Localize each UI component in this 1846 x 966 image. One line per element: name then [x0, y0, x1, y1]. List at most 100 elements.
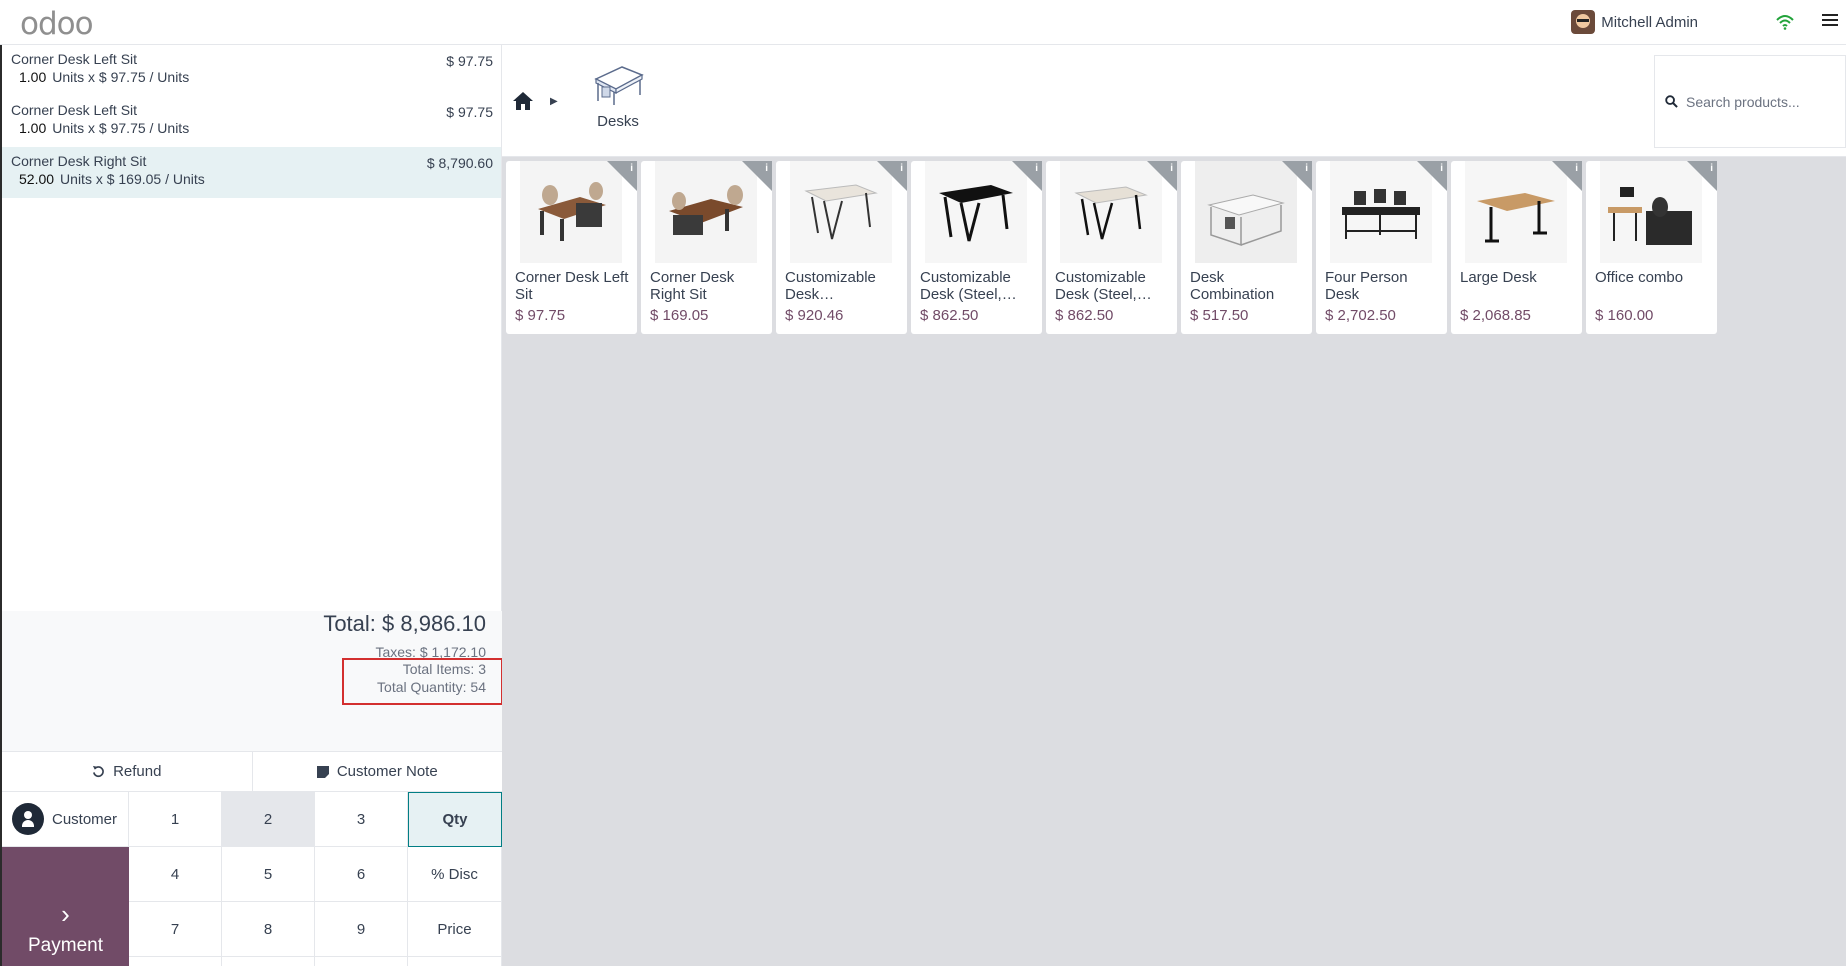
- product-name: Four Person Desk: [1325, 269, 1408, 303]
- product-price: $ 862.50: [1055, 307, 1114, 324]
- order-line[interactable]: Corner Desk Left Sit $ 97.75 1.00 Units x…: [2, 96, 501, 147]
- numpad-key-1[interactable]: 1: [129, 792, 222, 847]
- product-card[interactable]: i Four Person Desk $ 2,702.50: [1316, 161, 1447, 334]
- order-line-quantity: 1.00 Units x $ 97.75 / Units: [11, 69, 493, 85]
- info-icon[interactable]: i: [1440, 163, 1443, 174]
- product-name: Large Desk: [1460, 269, 1537, 286]
- category-label: Desks: [597, 113, 639, 130]
- payment-button[interactable]: › Payment: [2, 847, 129, 966]
- home-icon[interactable]: [512, 91, 534, 111]
- search-icon: [1665, 95, 1678, 108]
- info-icon[interactable]: i: [1170, 163, 1173, 174]
- numpad-key-8[interactable]: 8: [222, 902, 315, 957]
- order-line-detail: Units x $ 97.75 / Units: [52, 69, 190, 85]
- info-icon[interactable]: i: [1710, 163, 1713, 174]
- product-price: $ 920.46: [785, 307, 844, 324]
- product-card[interactable]: i Customizable Desk (Steel,… $ 862.50: [911, 161, 1042, 334]
- order-line-price: $ 97.75: [446, 104, 493, 120]
- product-name: Customizable Desk…: [785, 269, 876, 303]
- product-card[interactable]: i Customizable Desk (Steel,… $ 862.50: [1046, 161, 1177, 334]
- product-card[interactable]: i Customizable Desk… $ 920.46: [776, 161, 907, 334]
- highlight-box: [342, 658, 503, 705]
- numpad-key-9[interactable]: 9: [315, 902, 408, 957]
- refund-button[interactable]: Refund: [2, 752, 252, 791]
- backspace-button[interactable]: ⌫: [408, 957, 502, 966]
- product-card[interactable]: i Corner Desk Left Sit $ 97.75: [506, 161, 637, 334]
- user-icon: [12, 803, 44, 835]
- product-name: Office combo: [1595, 269, 1684, 286]
- order-actions: Refund Customer Note: [2, 751, 502, 792]
- customer-button[interactable]: Customer: [2, 792, 129, 847]
- odoo-logo: odoo: [20, 6, 94, 42]
- numpad-key-5[interactable]: 5: [222, 847, 315, 902]
- order-total: Total: $ 8,986.10: [323, 611, 486, 636]
- info-icon[interactable]: i: [765, 163, 768, 174]
- price-mode-button[interactable]: Price: [408, 902, 502, 957]
- numpad-key-0[interactable]: 0: [222, 957, 315, 966]
- order-line-detail: Units x $ 97.75 / Units: [52, 120, 190, 136]
- product-name: Corner Desk Right Sit: [650, 269, 735, 303]
- user-avatar: [1571, 10, 1596, 34]
- order-line-detail: Units x $ 169.05 / Units: [60, 171, 205, 187]
- category-desks[interactable]: Desks: [588, 63, 648, 153]
- payment-label: Payment: [28, 935, 103, 956]
- customer-label: Customer: [52, 810, 118, 828]
- order-line-quantity: 1.00 Units x $ 97.75 / Units: [11, 120, 493, 136]
- product-price: $ 862.50: [920, 307, 979, 324]
- order-line[interactable]: Corner Desk Left Sit $ 97.75 1.00 Units x…: [2, 45, 501, 96]
- product-price: $ 2,068.85: [1460, 307, 1531, 324]
- numpad-key-7[interactable]: 7: [129, 902, 222, 957]
- discount-mode-button[interactable]: % Disc: [408, 847, 502, 902]
- product-panel: ▶ Desks i Corner Desk Left Sit $ 97.75: [502, 45, 1846, 966]
- info-icon[interactable]: i: [1305, 163, 1308, 174]
- wifi-icon[interactable]: [1776, 13, 1794, 31]
- numpad-key-6[interactable]: 6: [315, 847, 408, 902]
- numpad-key-2[interactable]: 2: [222, 792, 315, 847]
- qty-mode-button[interactable]: Qty: [408, 792, 502, 847]
- plus-minus-button[interactable]: +/-: [129, 957, 222, 966]
- order-line-qty: 1.00: [19, 120, 47, 136]
- order-line-name: Corner Desk Right Sit: [11, 153, 147, 169]
- order-line-qty: 52.00: [19, 171, 55, 187]
- product-price: $ 169.05: [650, 307, 709, 324]
- info-icon[interactable]: i: [630, 163, 633, 174]
- product-name: Customizable Desk (Steel,…: [920, 269, 1017, 303]
- user-menu[interactable]: Mitchell Admin: [1571, 10, 1698, 34]
- product-card[interactable]: i Large Desk $ 2,068.85: [1451, 161, 1582, 334]
- info-icon[interactable]: i: [1035, 163, 1038, 174]
- note-icon: [316, 765, 329, 778]
- order-line-quantity: 52.00 Units x $ 169.05 / Units: [11, 171, 493, 187]
- category-header: ▶ Desks: [502, 45, 1846, 157]
- chevron-right-icon: ›: [61, 899, 70, 929]
- product-price: $ 160.00: [1595, 307, 1654, 324]
- top-bar: odoo Mitchell Admin: [0, 0, 1846, 45]
- search-box: [1654, 55, 1846, 148]
- user-name: Mitchell Admin: [1601, 13, 1698, 31]
- search-input[interactable]: [1686, 93, 1836, 110]
- product-name: Corner Desk Left Sit: [515, 269, 629, 303]
- numpad-key-3[interactable]: 3: [315, 792, 408, 847]
- order-line-price: $ 8,790.60: [426, 155, 493, 171]
- product-name: Customizable Desk (Steel,…: [1055, 269, 1152, 303]
- numpad-key-4[interactable]: 4: [129, 847, 222, 902]
- info-icon[interactable]: i: [1575, 163, 1578, 174]
- product-card[interactable]: i Corner Desk Right Sit $ 169.05: [641, 161, 772, 334]
- numpad-keys: 1 2 3 Qty 4 5 6 % Disc 7 8 9 Price +/- 0…: [129, 792, 502, 966]
- order-line-qty: 1.00: [19, 69, 47, 85]
- order-line-price: $ 97.75: [446, 53, 493, 69]
- product-price: $ 517.50: [1190, 307, 1249, 324]
- order-panel: Corner Desk Left Sit $ 97.75 1.00 Units x…: [2, 45, 503, 966]
- caret-right-icon: ▶: [550, 96, 558, 107]
- order-line-name: Corner Desk Left Sit: [11, 102, 138, 118]
- info-icon[interactable]: i: [900, 163, 903, 174]
- hamburger-menu-icon[interactable]: [1822, 14, 1838, 28]
- product-price: $ 2,702.50: [1325, 307, 1396, 324]
- customer-note-button[interactable]: Customer Note: [251, 752, 503, 791]
- product-card[interactable]: i Desk Combination $ 517.50: [1181, 161, 1312, 334]
- desk-category-icon: [594, 66, 644, 105]
- order-line-selected[interactable]: Corner Desk Right Sit $ 8,790.60 52.00 Un…: [2, 147, 501, 198]
- refund-icon: [92, 765, 104, 778]
- product-card[interactable]: i Office combo $ 160.00: [1586, 161, 1717, 334]
- decimal-button[interactable]: .: [315, 957, 408, 966]
- order-line-name: Corner Desk Left Sit: [11, 51, 138, 67]
